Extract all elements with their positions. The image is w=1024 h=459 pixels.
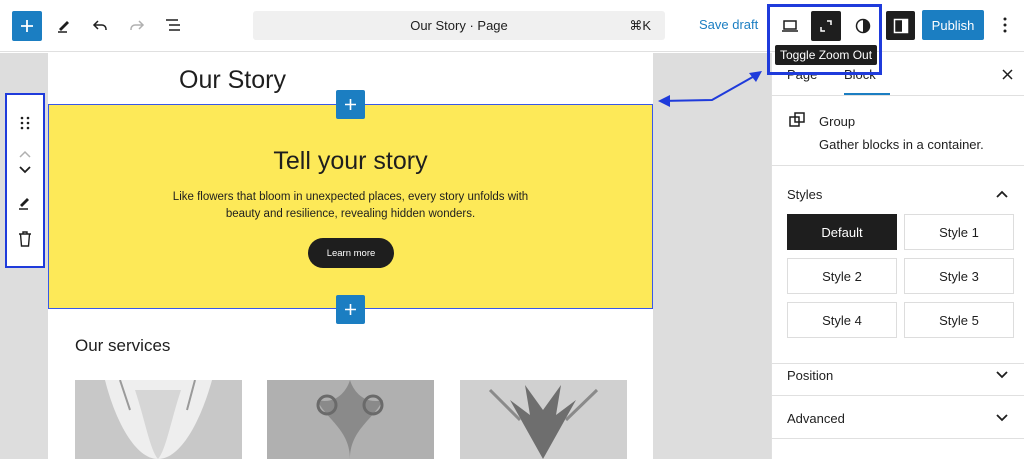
block-card: Group Gather blocks in a container.	[772, 96, 1024, 166]
edit-button[interactable]	[7, 192, 43, 212]
chevron-up-icon	[996, 190, 1008, 198]
learn-more-button[interactable]: Learn more	[308, 238, 394, 268]
block-inserter-button[interactable]	[12, 11, 42, 41]
flower-image	[267, 380, 434, 459]
group-paragraph[interactable]: Like flowers that bloom in unexpected pl…	[169, 189, 532, 223]
page-title[interactable]: Our Story	[179, 66, 286, 95]
style-option-default[interactable]: Default	[787, 214, 897, 250]
list-view-icon	[166, 19, 180, 31]
service-image[interactable]	[460, 380, 627, 459]
tools-button[interactable]	[51, 12, 77, 38]
advanced-panel-toggle[interactable]	[995, 411, 1009, 425]
settings-sidebar: Page Block Group Gather blocks in a cont…	[771, 53, 1024, 459]
chevron-down-icon	[996, 414, 1008, 422]
service-image[interactable]	[75, 380, 242, 459]
position-panel-title[interactable]: Position	[787, 368, 833, 383]
pencil-icon	[19, 198, 29, 210]
delete-button[interactable]	[7, 229, 43, 249]
position-panel-toggle[interactable]	[995, 368, 1009, 382]
style-option-5[interactable]: Style 5	[904, 302, 1014, 338]
position-panel[interactable]: Position	[772, 353, 1024, 396]
sidebar-icon	[893, 18, 908, 33]
flower-image	[460, 380, 627, 459]
block-description: Gather blocks in a container.	[819, 137, 984, 152]
redo-button[interactable]	[124, 12, 150, 38]
chevron-down-icon	[996, 371, 1008, 379]
list-view-button[interactable]	[160, 12, 186, 38]
zoom-out-tooltip: Toggle Zoom Out	[775, 45, 878, 65]
plus-icon	[345, 304, 356, 315]
document-bar[interactable]: Our Story · Page ⌘K	[253, 11, 665, 40]
close-icon	[1001, 68, 1013, 80]
undo-button[interactable]	[87, 12, 113, 38]
insert-before-button[interactable]	[336, 90, 365, 119]
plus-icon	[345, 99, 356, 110]
style-option-3[interactable]: Style 3	[904, 258, 1014, 294]
pencil-icon	[58, 21, 69, 33]
close-sidebar-button[interactable]	[998, 65, 1016, 83]
drag-handle[interactable]	[7, 113, 43, 133]
group-heading[interactable]: Tell your story	[49, 147, 652, 176]
move-up-button[interactable]	[7, 147, 43, 161]
document-title: Our Story · Page	[410, 18, 508, 33]
services-heading[interactable]: Our services	[75, 336, 170, 356]
chevron-up-icon	[19, 150, 31, 158]
trash-icon	[19, 231, 31, 247]
more-vertical-icon	[1003, 17, 1007, 33]
move-down-button[interactable]	[7, 163, 43, 177]
options-button[interactable]	[996, 13, 1014, 37]
advanced-panel[interactable]: Advanced	[772, 396, 1024, 439]
styles-panel: Styles Default Style 1 Style 2 Style 3 S…	[772, 166, 1024, 364]
styles-panel-toggle[interactable]	[995, 187, 1009, 201]
active-tab-indicator	[844, 93, 890, 95]
block-title: Group	[819, 114, 856, 129]
drag-handle-icon	[20, 116, 30, 130]
advanced-panel-title[interactable]: Advanced	[787, 411, 845, 426]
styles-panel-title[interactable]: Styles	[787, 187, 822, 202]
undo-icon	[92, 20, 107, 30]
flower-image	[75, 380, 242, 459]
page-canvas: Our Story Tell your story Like flowers t…	[48, 53, 653, 459]
style-option-4[interactable]: Style 4	[787, 302, 897, 338]
command-shortcut: ⌘K	[629, 18, 651, 33]
publish-button[interactable]: Publish	[922, 10, 984, 40]
service-image[interactable]	[267, 380, 434, 459]
plus-icon	[21, 20, 33, 32]
settings-button[interactable]	[886, 11, 915, 40]
chevron-down-icon	[19, 166, 31, 174]
group-block[interactable]: Tell your story Like flowers that bloom …	[48, 104, 653, 309]
redo-icon	[130, 20, 145, 30]
save-draft-button[interactable]: Save draft	[699, 17, 758, 32]
insert-after-button[interactable]	[336, 295, 365, 324]
style-option-1[interactable]: Style 1	[904, 214, 1014, 250]
style-option-2[interactable]: Style 2	[787, 258, 897, 294]
block-toolbar	[5, 93, 45, 268]
group-icon	[789, 112, 805, 127]
